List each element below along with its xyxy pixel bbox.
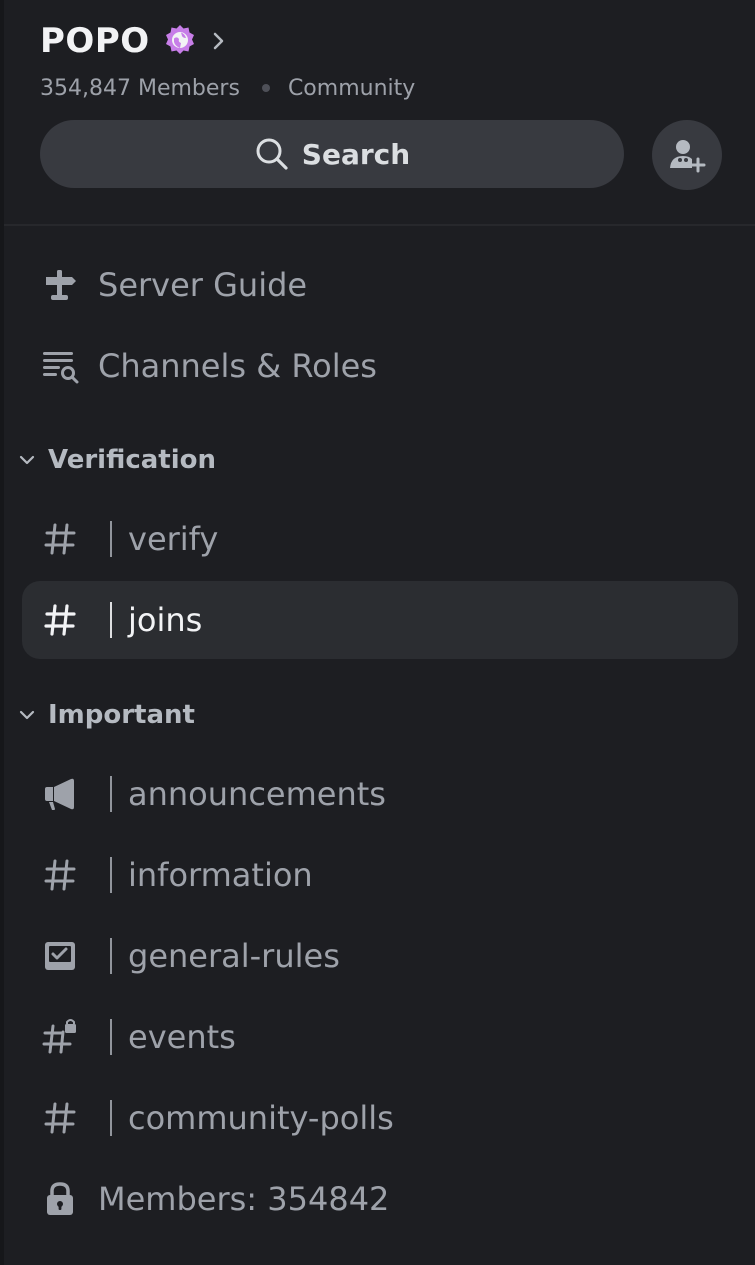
- channel-joins[interactable]: joins: [22, 581, 738, 659]
- channel-name: general-rules: [128, 936, 340, 975]
- chevron-right-icon[interactable]: [212, 31, 226, 51]
- channel-announcements[interactable]: announcements: [4, 753, 755, 834]
- members-count-channel[interactable]: Members: 354842: [4, 1158, 755, 1239]
- locked-hash-icon: [40, 1017, 80, 1057]
- channel-general-rules[interactable]: general-rules: [4, 915, 755, 996]
- lock-icon: [40, 1179, 80, 1219]
- name-separator: [110, 775, 112, 812]
- rules-checkbox-icon: [40, 936, 80, 976]
- name-separator: [110, 856, 112, 893]
- add-person-icon: [670, 140, 706, 173]
- category-verification[interactable]: Verification: [4, 406, 755, 498]
- chevron-down-icon: [19, 710, 35, 720]
- channel-name: information: [128, 855, 313, 894]
- signpost-icon: [40, 265, 80, 305]
- members-count-label: Members: 354842: [98, 1179, 390, 1218]
- category-label: Important: [48, 700, 195, 730]
- channel-name: joins: [128, 601, 203, 639]
- hash-icon: [40, 1098, 80, 1138]
- meta-separator-dot: [261, 84, 270, 92]
- channel-events[interactable]: events: [4, 996, 755, 1077]
- channel-community-polls[interactable]: community-polls: [4, 1077, 755, 1158]
- search-icon: [256, 138, 288, 170]
- hash-icon: [40, 519, 80, 559]
- channel-list: Server Guide Channels & Roles Verificati: [4, 244, 755, 1239]
- header-divider: [4, 224, 755, 226]
- hash-icon: [40, 600, 80, 640]
- channel-name: events: [128, 1017, 236, 1056]
- channel-verify[interactable]: verify: [4, 498, 755, 579]
- hash-icon: [40, 855, 80, 895]
- name-separator: [110, 937, 112, 974]
- megaphone-icon: [40, 774, 80, 814]
- chevron-down-icon: [19, 455, 35, 465]
- category-important[interactable]: Important: [4, 661, 755, 753]
- invite-people-button[interactable]: [652, 120, 722, 190]
- channel-information[interactable]: information: [4, 834, 755, 915]
- server-guide-label: Server Guide: [98, 265, 308, 304]
- server-name[interactable]: POPO: [40, 21, 150, 61]
- name-separator: [110, 520, 112, 557]
- channels-roles-item[interactable]: Channels & Roles: [4, 325, 755, 406]
- channel-name: announcements: [128, 774, 386, 813]
- search-label: Search: [301, 137, 411, 171]
- search-row: Search: [40, 120, 724, 190]
- channel-sidebar: POPO 354,847 Members Community Search Se…: [0, 0, 755, 1265]
- server-header[interactable]: POPO 354,847 Members Community: [40, 18, 740, 108]
- server-name-row[interactable]: POPO: [40, 18, 740, 64]
- server-tag: Community: [287, 75, 416, 101]
- name-separator: [110, 602, 112, 638]
- name-separator: [110, 1099, 112, 1136]
- channel-name: community-polls: [128, 1098, 394, 1137]
- member-count: 354,847 Members: [40, 75, 240, 101]
- channel-browse-icon: [40, 346, 80, 386]
- channel-name: verify: [128, 519, 219, 558]
- category-label: Verification: [48, 445, 217, 475]
- community-badge-icon: [165, 25, 194, 54]
- name-separator: [110, 1018, 112, 1055]
- channels-roles-label: Channels & Roles: [98, 346, 377, 385]
- server-meta: 354,847 Members Community: [40, 68, 740, 108]
- server-guide-item[interactable]: Server Guide: [4, 244, 755, 325]
- search-button[interactable]: Search: [40, 120, 624, 188]
